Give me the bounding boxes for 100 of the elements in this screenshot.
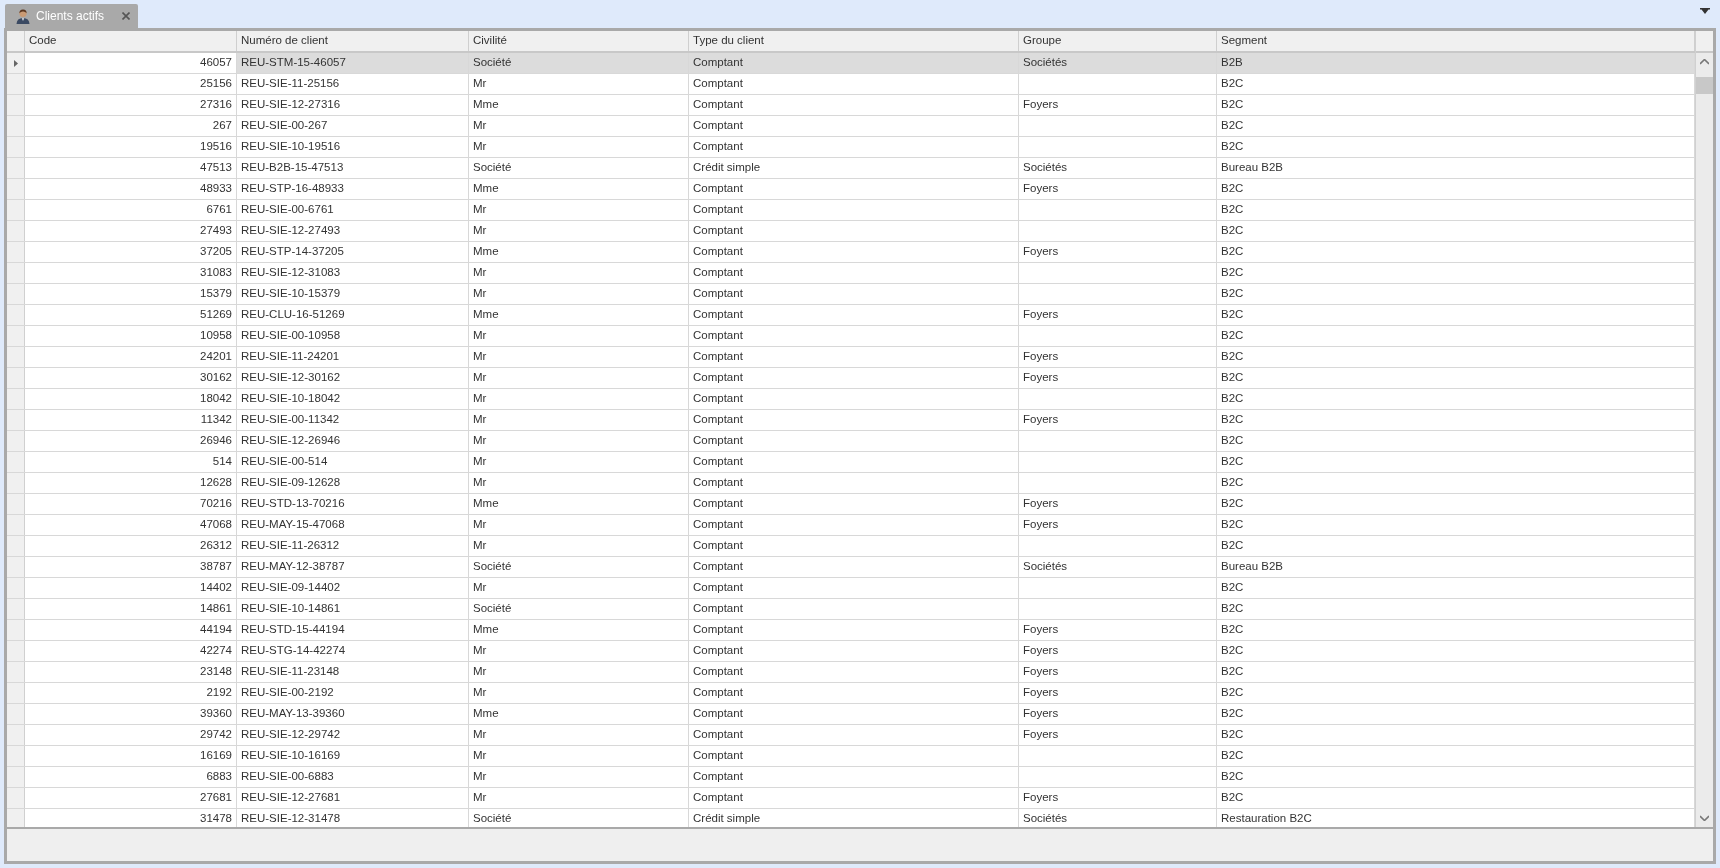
- table-cell: Mme: [469, 305, 689, 325]
- table-cell: REU-MAY-12-38787: [237, 557, 469, 577]
- table-cell: Société: [469, 53, 689, 73]
- table-cell: Mr: [469, 221, 689, 241]
- table-cell: Foyers: [1019, 179, 1217, 199]
- table-cell: REU-MAY-13-39360: [237, 704, 469, 724]
- table-cell: Comptant: [689, 767, 1019, 787]
- table-cell: Mme: [469, 242, 689, 262]
- table-cell: 26946: [25, 431, 237, 451]
- table-cell: 10958: [25, 326, 237, 346]
- table-cell: Mr: [469, 284, 689, 304]
- scrollbar-thumb[interactable]: [1696, 77, 1713, 94]
- table-cell: Comptant: [689, 557, 1019, 577]
- table-cell: REU-SIE-11-26312: [237, 536, 469, 556]
- column-header[interactable]: Type du client: [689, 31, 1019, 51]
- table-cell: Comptant: [689, 725, 1019, 745]
- table-cell: Comptant: [689, 599, 1019, 619]
- table-cell: Comptant: [689, 452, 1019, 472]
- table-cell: REU-SIE-11-25156: [237, 74, 469, 94]
- table-cell: 39360: [25, 704, 237, 724]
- table-cell: Comptant: [689, 200, 1019, 220]
- table-cell: Foyers: [1019, 95, 1217, 115]
- table-cell: Foyers: [1019, 620, 1217, 640]
- table-cell: 42274: [25, 641, 237, 661]
- table-cell: Société: [469, 557, 689, 577]
- table-cell: Société: [469, 158, 689, 178]
- table-cell: Foyers: [1019, 305, 1217, 325]
- column-header[interactable]: Code: [25, 31, 237, 51]
- table-cell: Société: [469, 599, 689, 619]
- table-cell: REU-SIE-10-15379: [237, 284, 469, 304]
- table-cell: Comptant: [689, 683, 1019, 703]
- table-cell: Comptant: [689, 410, 1019, 430]
- table-cell: Mme: [469, 95, 689, 115]
- table-cell: REU-STP-14-37205: [237, 242, 469, 262]
- table-cell: Mr: [469, 515, 689, 535]
- table-cell: Sociétés: [1019, 557, 1217, 577]
- table-cell: REU-SIE-10-16169: [237, 746, 469, 766]
- table-cell: Comptant: [689, 368, 1019, 388]
- table-cell: Mr: [469, 578, 689, 598]
- table-cell: Comptant: [689, 662, 1019, 682]
- table-cell: 14861: [25, 599, 237, 619]
- table-cell: Mr: [469, 263, 689, 283]
- table-cell: Foyers: [1019, 683, 1217, 703]
- scroll-up-icon[interactable]: [1700, 59, 1709, 65]
- table-cell: REU-SIE-10-18042: [237, 389, 469, 409]
- table-cell: REU-SIE-00-6883: [237, 767, 469, 787]
- table-cell: 31083: [25, 263, 237, 283]
- table-cell: 15379: [25, 284, 237, 304]
- table-cell: 18042: [25, 389, 237, 409]
- table-cell: Comptant: [689, 347, 1019, 367]
- column-header[interactable]: Groupe: [1019, 31, 1217, 51]
- column-header[interactable]: Numéro de client: [237, 31, 469, 51]
- table-cell: Mr: [469, 767, 689, 787]
- table-cell: 37205: [25, 242, 237, 262]
- dropdown-arrow-icon[interactable]: [1700, 8, 1710, 14]
- table-cell: Comptant: [689, 74, 1019, 94]
- table-cell: Foyers: [1019, 704, 1217, 724]
- table-cell: 14402: [25, 578, 237, 598]
- table-cell: Comptant: [689, 641, 1019, 661]
- table-cell: REU-STM-15-46057: [237, 53, 469, 73]
- current-row-icon: [13, 59, 18, 67]
- table-cell: Comptant: [689, 137, 1019, 157]
- table-cell: REU-SIE-00-11342: [237, 410, 469, 430]
- table-cell: 514: [25, 452, 237, 472]
- column-header[interactable]: Civilité: [469, 31, 689, 51]
- table-cell: REU-SIE-00-6761: [237, 200, 469, 220]
- table-cell: Mme: [469, 704, 689, 724]
- table-cell: REU-SIE-00-10958: [237, 326, 469, 346]
- table-cell: 2192: [25, 683, 237, 703]
- table-cell: REU-STD-15-44194: [237, 620, 469, 640]
- table-cell: Mr: [469, 641, 689, 661]
- person-icon: [16, 8, 30, 24]
- table-cell: Comptant: [689, 326, 1019, 346]
- table-cell: Comptant: [689, 788, 1019, 808]
- table-cell: Mr: [469, 74, 689, 94]
- table-cell: Mr: [469, 137, 689, 157]
- table-cell: Comptant: [689, 116, 1019, 136]
- close-icon[interactable]: [122, 12, 131, 20]
- table-cell: Crédit simple: [689, 158, 1019, 178]
- row-indicator[interactable]: [7, 53, 25, 73]
- table-cell: Mr: [469, 662, 689, 682]
- table-cell: REU-SIE-09-12628: [237, 473, 469, 493]
- table-cell: Mr: [469, 473, 689, 493]
- table-cell: 27681: [25, 788, 237, 808]
- table-cell: Comptant: [689, 221, 1019, 241]
- table-cell: 24201: [25, 347, 237, 367]
- table-cell: 267: [25, 116, 237, 136]
- scroll-down-icon[interactable]: [1700, 815, 1709, 821]
- table-cell: REU-SIE-11-24201: [237, 347, 469, 367]
- table-cell: Comptant: [689, 263, 1019, 283]
- table-cell: REU-STG-14-42274: [237, 641, 469, 661]
- vertical-scrollbar[interactable]: [1695, 31, 1713, 827]
- table-cell: Foyers: [1019, 410, 1217, 430]
- table-cell: 23148: [25, 662, 237, 682]
- table-cell: Comptant: [689, 53, 1019, 73]
- table-cell: Mr: [469, 368, 689, 388]
- table-cell: Comptant: [689, 620, 1019, 640]
- table-cell: Foyers: [1019, 242, 1217, 262]
- table-cell: 27316: [25, 95, 237, 115]
- table-cell: REU-SIE-10-19516: [237, 137, 469, 157]
